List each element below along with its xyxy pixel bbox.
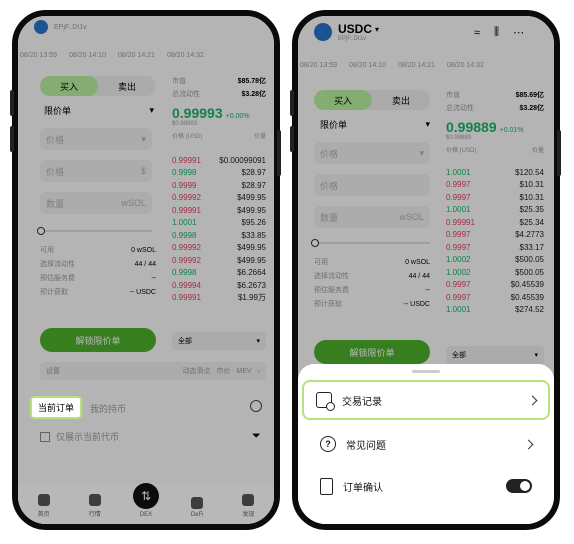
current-orders-tab[interactable]: 当前订单	[30, 396, 83, 419]
history-clock-icon	[316, 392, 335, 411]
question-icon: ?	[320, 436, 336, 452]
order-confirm-item: 订单确认	[308, 466, 544, 506]
toggle-knob	[520, 481, 530, 491]
trade-history-label: 交易记录	[342, 396, 382, 408]
chevron-right-icon	[527, 395, 538, 405]
left-volume-up-button	[10, 90, 14, 116]
order-confirm-label: 订单确认	[343, 482, 383, 494]
trade-history-item[interactable]: 交易记录	[302, 380, 550, 420]
faq-item[interactable]: ? 常见问题	[308, 424, 544, 464]
sheet-handle[interactable]	[412, 370, 440, 373]
left-power-button	[277, 130, 281, 176]
action-sheet: 交易记录 ? 常见问题 订单确认	[298, 364, 554, 524]
document-icon	[320, 477, 333, 495]
right-volume-down-button	[290, 126, 294, 152]
right-power-button	[557, 130, 561, 176]
left-dim-overlay	[18, 16, 274, 524]
right-volume-up-button	[290, 90, 294, 116]
left-volume-down-button	[10, 126, 14, 152]
faq-label: 常见问题	[346, 440, 386, 452]
left-phone: EPjF..Dt1v 08/20 13:59 08/20 14:10 08/20…	[12, 10, 280, 530]
current-orders-label: 当前订单	[38, 403, 75, 413]
chevron-right-icon	[523, 439, 534, 449]
order-confirm-toggle[interactable]	[506, 479, 532, 493]
right-phone: USDC ▾ EPjF..Dt1v ≈ ⫼ ⋯ 08/20 13:59 08/20…	[292, 10, 560, 530]
